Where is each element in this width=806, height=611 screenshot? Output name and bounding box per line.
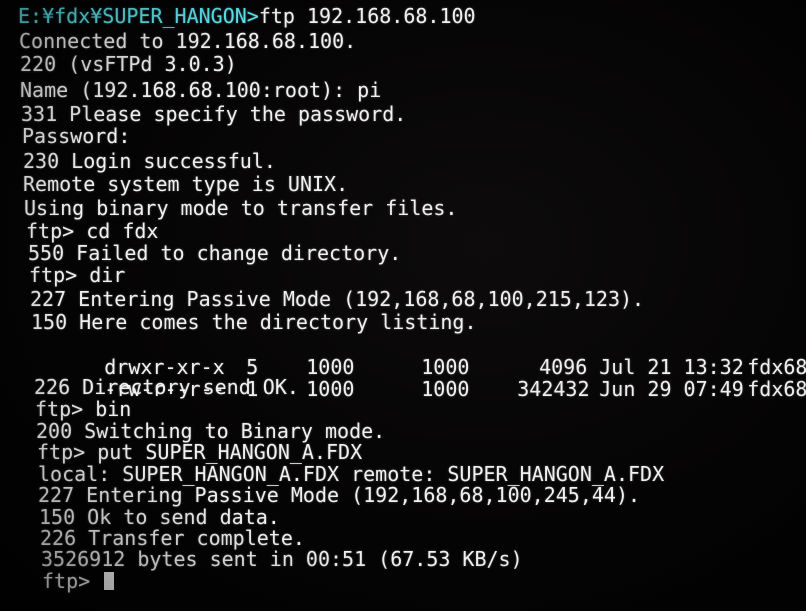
listing-owner: 1000 (306, 376, 355, 401)
output-line: Connected to 192.168.68.100. (19, 29, 357, 53)
command-line: E:¥fdx¥SUPER_HANGON>ftp 192.168.68.100 (18, 4, 476, 28)
terminal-output: E:¥fdx¥SUPER_HANGON>ftp 192.168.68.100 C… (0, 0, 806, 611)
output-line: Password: (22, 124, 131, 148)
listing-group: 1000 (421, 376, 470, 401)
listing-size: 342432 (517, 376, 590, 401)
output-line: 150 Here comes the directory listing. (31, 310, 477, 334)
prompt-path: E:¥fdx¥SUPER_HANGON> (18, 4, 259, 28)
output-line: 226 Directory send OK. (34, 375, 299, 399)
output-line: Name (192.168.68.100:root): pi (20, 78, 382, 102)
output-line: ftp> cd fdx (26, 219, 159, 243)
output-line: Remote system type is UNIX. (23, 172, 349, 196)
ftp-prompt: ftp> (42, 569, 103, 593)
listing-row: drwxr-xr-x 5 1000 1000 4096 Jul 21 13:32 fdx68 (32, 335, 806, 377)
output-line: 230 Login successful. (23, 149, 276, 173)
text-cursor[interactable] (104, 572, 115, 590)
terminal-screen[interactable]: E:¥fdx¥SUPER_HANGON>ftp 192.168.68.100 C… (0, 0, 806, 611)
input-line[interactable]: ftp> (42, 569, 115, 593)
output-line: ftp> bin (35, 397, 132, 421)
output-line: Using binary mode to transfer files. (24, 196, 458, 220)
output-line: ftp> dir (29, 263, 126, 287)
output-line: 3526912 bytes sent in 00:51 (67.53 KB/s) (41, 547, 523, 571)
output-line: 331 Please specify the password. (21, 102, 407, 126)
listing-name: fdx68_200c.tar.gz (747, 376, 806, 401)
output-line: 550 Failed to change directory. (28, 241, 402, 265)
output-line: 220 (vsFTPd 3.0.3) (20, 52, 237, 76)
output-line: ftp> put SUPER_HANGON_A.FDX (37, 440, 363, 464)
listing-date: Jun 29 07:49 (599, 376, 744, 401)
command-text: ftp 192.168.68.100 (258, 4, 476, 28)
output-line: 227 Entering Passive Mode (192,168,68,10… (38, 483, 641, 507)
output-line: 227 Entering Passive Mode (192,168,68,10… (30, 287, 645, 311)
